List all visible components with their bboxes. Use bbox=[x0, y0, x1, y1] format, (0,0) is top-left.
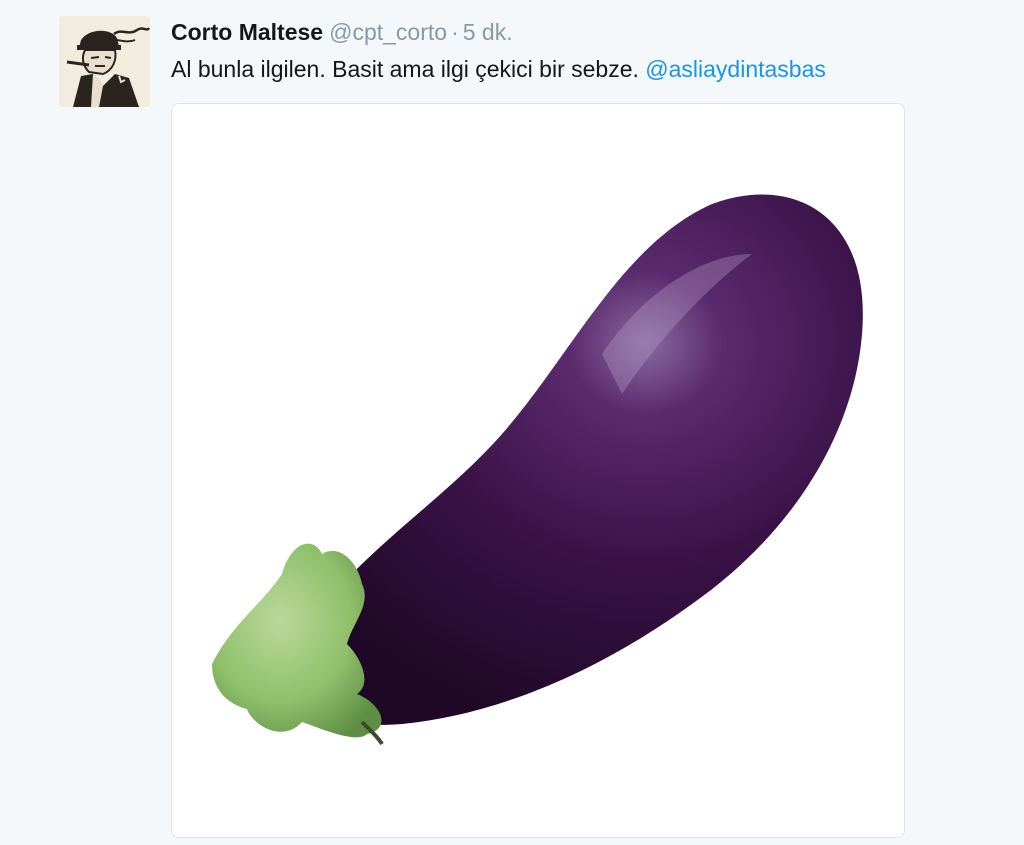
author-name[interactable]: Corto Maltese bbox=[171, 19, 323, 45]
tweet-text: Al bunla ilgilen. Basit ama ilgi çekici … bbox=[171, 52, 826, 86]
author-handle[interactable]: @cpt_corto bbox=[329, 19, 447, 45]
avatar[interactable] bbox=[59, 16, 150, 107]
eggplant-photo-icon bbox=[172, 104, 904, 837]
timestamp[interactable]: 5 dk. bbox=[463, 19, 513, 45]
mention-link[interactable]: @asliaydintasbas bbox=[645, 56, 826, 82]
tweet-media[interactable] bbox=[171, 103, 905, 838]
tweet-header: Corto Maltese @cpt_corto · 5 dk. bbox=[171, 14, 513, 50]
tweet-body: Al bunla ilgilen. Basit ama ilgi çekici … bbox=[171, 56, 639, 82]
separator-dot: · bbox=[451, 19, 459, 45]
tweet: Corto Maltese @cpt_corto · 5 dk. Al bunla i… bbox=[0, 0, 1024, 845]
comic-portrait-icon bbox=[59, 16, 150, 107]
